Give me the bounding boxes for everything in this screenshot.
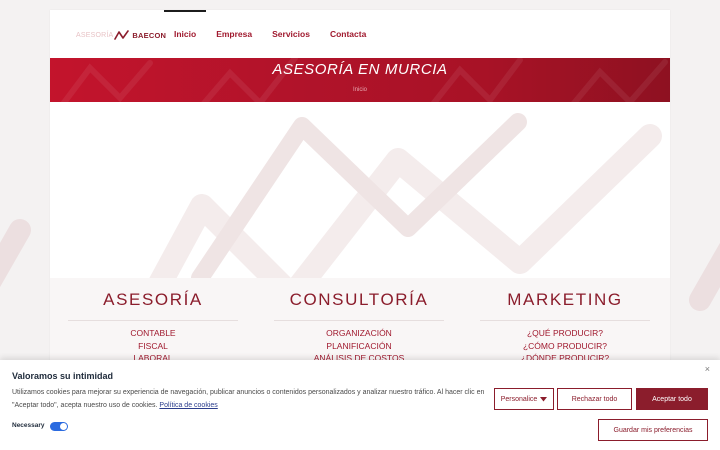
- save-preferences-button[interactable]: Guardar mis preferencias: [598, 419, 708, 441]
- close-icon[interactable]: ×: [705, 364, 710, 374]
- nav-item-empresa[interactable]: Empresa: [216, 10, 252, 58]
- service-link[interactable]: ORGANIZACIÓN: [256, 327, 462, 340]
- cookie-title: Valoramos su intimidad: [12, 371, 114, 381]
- watermark-zigzag-icon: [149, 113, 662, 278]
- nav-item-servicios[interactable]: Servicios: [272, 10, 310, 58]
- service-link[interactable]: ¿CÓMO PRODUCIR?: [462, 340, 668, 353]
- service-link[interactable]: PLANIFICACIÓN: [256, 340, 462, 353]
- logo-prefix: ASESORÍA: [76, 31, 114, 39]
- main-nav: Inicio Empresa Servicios Contacta: [163, 10, 386, 58]
- service-link[interactable]: ¿QUÉ PRODUCIR?: [462, 327, 668, 340]
- nav-item-contacta[interactable]: Contacta: [330, 10, 366, 58]
- caret-down-icon: [540, 396, 548, 401]
- service-asesoria: ASESORÍA CONTABLE FISCAL LABORAL: [50, 278, 256, 368]
- cookie-policy-link[interactable]: Política de cookies: [159, 402, 217, 409]
- reject-all-button[interactable]: Rechazar todo: [557, 388, 632, 410]
- service-consultoria: CONSULTORÍA ORGANIZACIÓN PLANIFICACIÓN A…: [256, 278, 462, 368]
- accept-all-button[interactable]: Aceptar todo: [636, 388, 708, 410]
- site-logo[interactable]: ASESORÍA BAECON: [76, 28, 166, 42]
- service-title: ASESORÍA: [103, 290, 203, 309]
- toggle-knob: [60, 423, 67, 430]
- service-link[interactable]: FISCAL: [50, 340, 256, 353]
- hero-title: ASESORÍA EN MURCIA: [272, 61, 448, 78]
- customize-label: Personalice: [500, 395, 538, 403]
- nav-item-inicio[interactable]: Inicio: [163, 10, 207, 58]
- services-section: ASESORÍA CONTABLE FISCAL LABORAL CONSULT…: [50, 278, 670, 368]
- divider: [480, 320, 650, 321]
- breadcrumb[interactable]: Inicio: [50, 87, 670, 93]
- cookie-text: Utilizamos cookies para mejorar su exper…: [12, 389, 485, 409]
- necessary-label: Necessary: [12, 422, 45, 429]
- hero-banner: ASESORÍA EN MURCIA Inicio: [50, 58, 670, 102]
- customize-button[interactable]: Personalice: [494, 388, 554, 410]
- necessary-toggle[interactable]: [50, 422, 68, 431]
- zigzag-logo-icon: [114, 30, 130, 40]
- divider: [274, 320, 444, 321]
- service-title: CONSULTORÍA: [289, 290, 429, 309]
- cookie-description: Utilizamos cookies para mejorar su exper…: [12, 387, 488, 412]
- service-title: MARKETING: [507, 290, 623, 309]
- service-link[interactable]: CONTABLE: [50, 327, 256, 340]
- logo-brand: BAECON: [132, 30, 167, 40]
- divider: [68, 320, 238, 321]
- service-marketing: MARKETING ¿QUÉ PRODUCIR? ¿CÓMO PRODUCIR?…: [462, 278, 668, 368]
- site-header: ASESORÍA BAECON Inicio Empresa Servicios…: [50, 10, 670, 58]
- cookie-consent-banner: Valoramos su intimidad × Utilizamos cook…: [0, 360, 720, 450]
